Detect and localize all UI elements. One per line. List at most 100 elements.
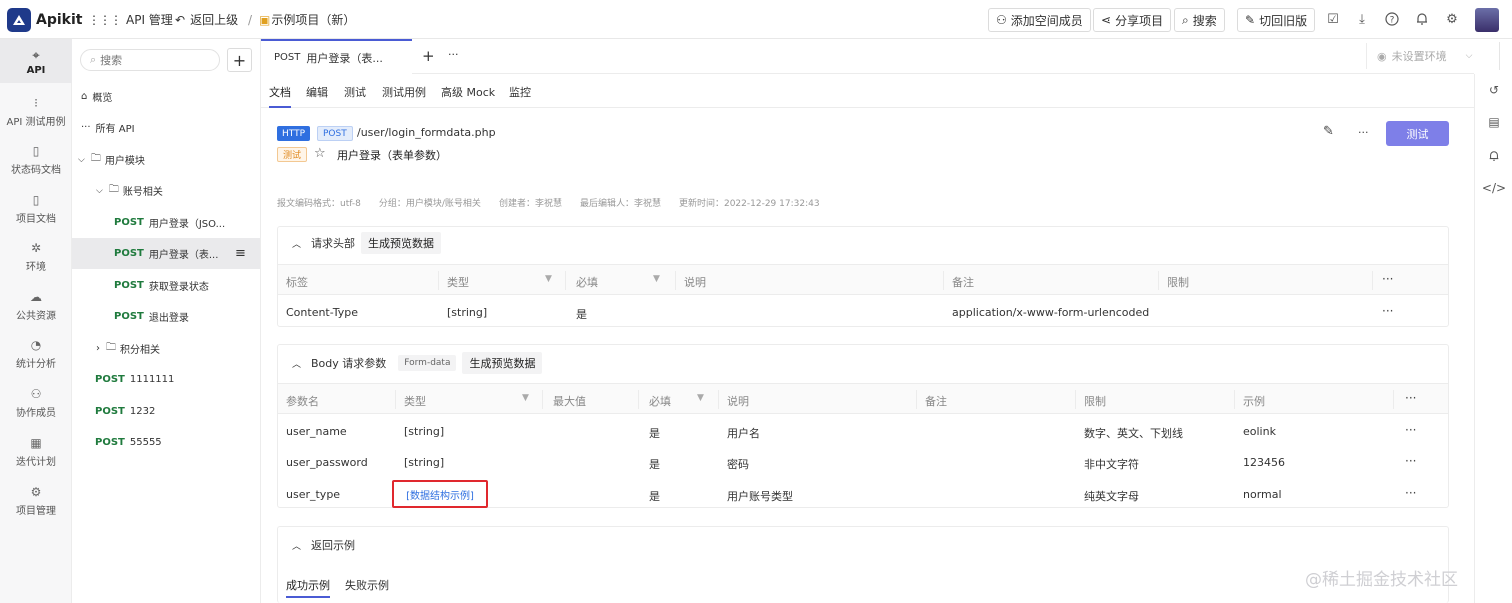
subtab-doc[interactable]: 文档 xyxy=(269,84,291,108)
row-actions-icon[interactable]: ··· xyxy=(1382,304,1393,318)
rail-item-public-resource[interactable]: ☁ 公共资源 xyxy=(0,290,72,322)
filter-icon[interactable]: ▼ xyxy=(545,274,552,284)
bell-icon[interactable] xyxy=(1486,148,1502,164)
search-button[interactable]: ⌕ 搜索 xyxy=(1174,8,1225,32)
more-icon[interactable]: ··· xyxy=(1358,126,1369,139)
search-input[interactable] xyxy=(100,53,201,67)
tab-more-button[interactable]: ··· xyxy=(448,48,459,61)
edit-icon[interactable]: ✎ xyxy=(1323,124,1334,139)
filter-icon[interactable]: ▼ xyxy=(653,274,660,284)
drag-handle-icon[interactable]: ≡ xyxy=(235,246,246,261)
help-icon[interactable]: ? xyxy=(1384,11,1400,27)
request-headers-header[interactable]: ︿ 请求头部 生成预览数据 xyxy=(278,227,442,259)
rail-item-project-manage[interactable]: ⚙ 项目管理 xyxy=(0,485,72,517)
test-button[interactable]: 测试 xyxy=(1386,121,1449,146)
share-button[interactable]: ⋖ 分享项目 xyxy=(1093,8,1172,32)
public-resource-icon: ☁ xyxy=(30,290,42,304)
tree-api-item[interactable]: POST 用户登录（JSO... xyxy=(72,207,260,238)
rail-item-members[interactable]: ⚇ 协作成员 xyxy=(0,387,72,419)
rail-label: 状态码文档 xyxy=(11,165,61,176)
column-settings-icon[interactable]: ··· xyxy=(1405,391,1416,405)
generate-preview-button[interactable]: 生成预览数据 xyxy=(361,232,442,254)
rail-label: 环境 xyxy=(26,262,46,273)
back-button[interactable]: ↶ 返回上级 xyxy=(175,0,238,39)
subtab-mock[interactable]: 高级 Mock xyxy=(441,84,495,100)
subtab-test-cases[interactable]: 测试用例 xyxy=(382,84,426,100)
meta-encoding: 报文编码格式：utf-8 xyxy=(277,199,361,209)
body-params-panel: ︿ Body 请求参数 Form-data 生成预览数据 参数名 类型 ▼ 最大… xyxy=(277,344,1449,508)
star-icon[interactable]: ☆ xyxy=(314,146,326,161)
generate-preview-button[interactable]: 生成预览数据 xyxy=(462,352,543,374)
logo-icon xyxy=(7,8,31,32)
cell-note: application/x-www-form-urlencoded xyxy=(952,306,1150,319)
folder-icon: 🗀 xyxy=(108,184,119,195)
tree-api-item[interactable]: POST 获取登录状态 xyxy=(72,270,260,301)
rail-item-test-cases[interactable]: ⁝ API 测试用例 xyxy=(0,96,72,128)
tree-item-points[interactable]: › 🗀 积分相关 xyxy=(72,333,260,364)
rail-item-stats[interactable]: ◔ 统计分析 xyxy=(0,338,72,370)
tab-api-login-form[interactable]: POST 用户登录（表... xyxy=(261,39,412,74)
cell-example: eolink xyxy=(1243,425,1276,438)
tree-item-overview[interactable]: ⌂ 概览 xyxy=(72,81,260,112)
environment-select[interactable]: ◉ 未设置环境 ⌵ xyxy=(1366,43,1474,69)
response-examples-header[interactable]: ︿ 返回示例 xyxy=(278,527,355,563)
rail-label: 项目文档 xyxy=(16,214,56,225)
col-example: 示例 xyxy=(1243,395,1265,408)
add-user-icon: ⚇ xyxy=(996,13,1007,27)
code-icon[interactable]: </> xyxy=(1482,180,1506,196)
avatar[interactable] xyxy=(1475,8,1499,32)
calendar-icon[interactable]: ☑ xyxy=(1325,11,1341,27)
tab-success-example[interactable]: 成功示例 xyxy=(286,577,330,593)
switch-old-label: 切回旧版 xyxy=(1259,13,1308,28)
row-actions-icon[interactable]: ··· xyxy=(1405,486,1416,500)
tree-api-item[interactable]: POST 退出登录 xyxy=(72,301,260,332)
row-actions-icon[interactable]: ··· xyxy=(1405,454,1416,468)
rail-item-status-doc[interactable]: ▯ 状态码文档 xyxy=(0,144,72,176)
history-icon[interactable]: ↺ xyxy=(1486,82,1502,98)
app-logo[interactable]: Apikit xyxy=(7,8,82,32)
tree-api-item-selected[interactable]: POST 用户登录（表... ≡ xyxy=(72,238,260,269)
tree-api-item[interactable]: POST 1232 xyxy=(72,396,260,427)
status-badge: 测试 xyxy=(277,147,308,162)
gear-icon[interactable]: ⚙ xyxy=(1444,11,1460,27)
test-case-icon: ⁝ xyxy=(34,96,38,110)
cell-desc: 密码 xyxy=(727,458,749,471)
subtab-monitor[interactable]: 监控 xyxy=(509,84,531,100)
api-manage-menu[interactable]: ⋮⋮⋮ API 管理 xyxy=(88,0,173,39)
rail-item-environment[interactable]: ✲ 环境 xyxy=(0,241,72,273)
project-breadcrumb[interactable]: ▣ 示例项目（新） xyxy=(259,0,355,39)
body-params-header[interactable]: ︿ Body 请求参数 Form-data 生成预览数据 xyxy=(278,345,543,381)
status-doc-icon: ▯ xyxy=(32,144,40,158)
cell-example: 123456 xyxy=(1243,456,1285,469)
subtab-test[interactable]: 测试 xyxy=(344,84,366,100)
cell-limit: 非中文字符 xyxy=(1084,458,1139,471)
rail-item-api[interactable]: ⌖ API xyxy=(0,39,72,83)
body-format-badge[interactable]: Form-data xyxy=(398,355,457,371)
rail-item-iteration[interactable]: ▦ 迭代计划 xyxy=(0,436,72,468)
tree-item-user-module[interactable]: ⌵ 🗀 用户模块 xyxy=(72,144,260,175)
stats-icon: ◔ xyxy=(30,338,42,352)
tab-failure-example[interactable]: 失败示例 xyxy=(345,577,389,593)
add-member-button[interactable]: ⚇ 添加空间成员 xyxy=(988,8,1091,32)
column-settings-icon[interactable]: ··· xyxy=(1382,272,1393,286)
method-badge: POST xyxy=(95,406,125,417)
tree-search[interactable]: ⌕ xyxy=(80,49,220,71)
bell-icon[interactable] xyxy=(1414,11,1430,27)
comment-icon[interactable]: ▤ xyxy=(1486,114,1502,130)
filter-icon[interactable]: ▼ xyxy=(522,393,529,403)
tree-api-item[interactable]: POST 55555 xyxy=(72,427,260,458)
switch-old-button[interactable]: ✎ 切回旧版 xyxy=(1237,8,1316,32)
chevron-up-icon: ︿ xyxy=(292,541,302,552)
filter-icon[interactable]: ▼ xyxy=(697,393,704,403)
scrollbar[interactable] xyxy=(1492,42,1500,70)
row-actions-icon[interactable]: ··· xyxy=(1405,423,1416,437)
tree-item-account[interactable]: ⌵ 🗀 账号相关 xyxy=(72,175,260,206)
add-api-button[interactable]: + xyxy=(227,48,252,72)
data-structure-link[interactable]: [数据结构示例] xyxy=(392,480,488,508)
rail-item-project-doc[interactable]: ▯ 项目文档 xyxy=(0,193,72,225)
subtab-edit[interactable]: 编辑 xyxy=(306,84,328,100)
tree-item-all-api[interactable]: ··· 所有 API xyxy=(72,112,260,143)
download-icon[interactable]: ⤓ xyxy=(1354,11,1370,27)
add-tab-button[interactable]: + xyxy=(422,47,435,65)
tree-api-item[interactable]: POST 1111111 xyxy=(72,364,260,395)
